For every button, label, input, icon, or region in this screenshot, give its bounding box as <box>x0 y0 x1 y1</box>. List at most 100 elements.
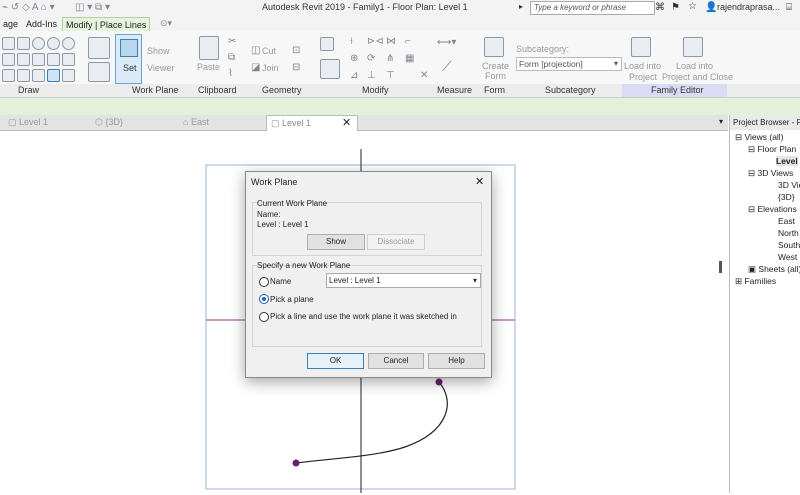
rotate-icon[interactable]: ⟳ <box>367 53 375 64</box>
load-into-project-label-1[interactable]: Load into <box>624 61 661 71</box>
spline-tool-icon[interactable] <box>2 53 15 66</box>
copy-icon[interactable]: ⧉ <box>228 52 235 63</box>
subscription-icon[interactable]: ⚑ <box>671 2 680 13</box>
pick-lines-icon[interactable] <box>32 69 45 82</box>
scrollbar-thumb[interactable] <box>719 261 722 273</box>
view-tab-3d[interactable]: ⬡ {3D} <box>95 115 123 130</box>
cut-geometry-icon[interactable]: ◫ <box>251 45 260 56</box>
match-properties-icon[interactable]: ⌇ <box>228 68 233 79</box>
tree-elevations[interactable]: ⊟ Elevations <box>748 204 797 215</box>
mirror-draw-icon[interactable]: ⋈ <box>386 36 396 47</box>
arc-tool-icon[interactable] <box>62 37 75 50</box>
ribbon-options-icon[interactable]: ⊙▾ <box>160 18 172 29</box>
cart-icon[interactable]: ⌸ <box>786 2 792 13</box>
unjoin-icon[interactable]: ⊡ <box>292 45 300 56</box>
dimension-icon[interactable]: ⟋ <box>442 58 452 75</box>
tab-modify-place-lines[interactable]: Modify | Place Lines <box>62 17 151 32</box>
paste-button[interactable]: Paste <box>197 62 220 72</box>
user-name[interactable]: rajendraprasa... <box>717 2 780 12</box>
ok-button[interactable]: OK <box>307 353 364 369</box>
move-icon[interactable] <box>320 59 340 79</box>
show-workplane-button[interactable]: Show <box>147 46 170 56</box>
polygon-tool-icon[interactable] <box>32 37 45 50</box>
show-button[interactable]: Show <box>307 234 365 250</box>
tree-3d-view[interactable]: 3D Vie <box>778 180 800 190</box>
panel-draw[interactable]: Draw <box>18 85 39 95</box>
search-expand-icon[interactable]: ▸ <box>519 2 523 11</box>
load-and-close-label-2[interactable]: Project and Close <box>662 72 733 82</box>
tree-level[interactable]: Level <box>776 156 798 166</box>
tree-3d-views[interactable]: ⊟ 3D Views <box>748 168 793 179</box>
point-element-icon[interactable] <box>62 69 75 82</box>
viewer-button[interactable]: Viewer <box>147 63 174 73</box>
unpin-icon[interactable]: ⊤ <box>386 70 395 81</box>
tree-south[interactable]: South <box>778 240 800 250</box>
favorites-icon[interactable]: ☆ <box>688 1 697 12</box>
load-into-project-label-2[interactable]: Project <box>629 72 657 82</box>
ellipse-arc-icon[interactable] <box>2 69 15 82</box>
paste-icon[interactable] <box>199 36 219 60</box>
load-and-close-label-1[interactable]: Load into <box>676 61 713 71</box>
split-face-icon[interactable]: ⊟ <box>292 62 300 73</box>
tree-north[interactable]: North <box>778 228 799 238</box>
panel-measure[interactable]: Measure <box>437 85 472 95</box>
mirror-axis-icon[interactable]: ⊳⊲ <box>367 36 384 47</box>
name-select[interactable]: Level : Level 1 ▾ <box>326 273 481 288</box>
reference-line-icon[interactable] <box>88 37 110 59</box>
tree-east[interactable]: East <box>778 216 795 226</box>
circle-tool-icon[interactable] <box>47 37 60 50</box>
ellipse-tool-icon[interactable] <box>17 53 30 66</box>
set-work-plane-button[interactable]: Set <box>115 34 142 84</box>
offset-icon[interactable]: ⟊ <box>350 36 353 47</box>
tree-views-all[interactable]: ⊟ Views (all) <box>735 132 784 143</box>
cancel-button[interactable]: Cancel <box>368 353 424 369</box>
tree-floor-plans[interactable]: ⊟ Floor Plan <box>748 144 796 155</box>
join-button[interactable]: Join <box>262 63 279 73</box>
pin-icon[interactable]: ⊥ <box>367 70 376 81</box>
user-icon[interactable]: 👤 <box>705 2 717 13</box>
reference-plane-icon[interactable] <box>88 62 110 82</box>
start-end-arc-icon[interactable] <box>32 53 45 66</box>
curve-endpoint-top[interactable] <box>435 378 443 386</box>
tree-3d-default[interactable]: {3D} <box>778 192 795 202</box>
pick-faces-icon[interactable] <box>47 69 60 82</box>
quick-access-icons[interactable]: ⌁ ↺ ◇ A ⌂ ▾ <box>2 2 55 13</box>
quick-access-more-icon[interactable]: ◫ ▾ ⧉ ▾ <box>75 2 110 13</box>
split-element-icon[interactable]: ⋔ <box>386 53 394 64</box>
fillet-arc-icon[interactable] <box>62 53 75 66</box>
tree-west[interactable]: West <box>778 252 797 262</box>
radio-name-label[interactable]: Name <box>270 277 291 286</box>
scale-icon[interactable]: ⊿ <box>350 70 358 81</box>
sketch-curve[interactable] <box>295 381 448 464</box>
join-icon[interactable]: ◪ <box>251 62 260 73</box>
binoculars-icon[interactable]: ⌘ <box>655 2 665 13</box>
partial-ellipse-icon[interactable] <box>17 69 30 82</box>
subcategory-select[interactable]: Form [projection] ▾ <box>516 57 622 71</box>
radio-pick-line[interactable] <box>259 312 269 322</box>
radio-pick-plane-label[interactable]: Pick a plane <box>270 295 314 304</box>
radio-pick-line-label[interactable]: Pick a line and use the work plane it wa… <box>270 312 457 321</box>
copy-modify-icon[interactable]: ⊕ <box>350 53 358 64</box>
tree-sheets[interactable]: ▣ Sheets (all) <box>748 264 800 275</box>
create-form-label-1[interactable]: Create <box>482 61 509 71</box>
radio-pick-plane[interactable] <box>259 294 269 304</box>
panel-clipboard[interactable]: Clipboard <box>198 85 237 95</box>
align-icon[interactable] <box>320 37 334 51</box>
cut-geometry-button[interactable]: Cut <box>262 46 276 56</box>
panel-work-plane[interactable]: Work Plane <box>132 85 178 95</box>
panel-form[interactable]: Form <box>484 85 505 95</box>
line-tool-icon[interactable] <box>2 37 15 50</box>
help-button[interactable]: Help <box>428 353 485 369</box>
cut-icon[interactable]: ✂ <box>228 36 236 47</box>
delete-icon[interactable]: ✕ <box>420 70 428 81</box>
tabs-menu-icon[interactable]: ▾ <box>719 117 723 126</box>
close-tab-icon[interactable]: ✕ <box>342 116 351 129</box>
panel-subcategory[interactable]: Subcategory <box>545 85 596 95</box>
radio-name[interactable] <box>259 277 269 287</box>
view-tab-east[interactable]: ⌂ East <box>183 115 209 130</box>
trim-icon[interactable]: ⌐ <box>405 36 411 47</box>
measure-icon[interactable]: ⟷▾ <box>437 37 456 48</box>
search-input[interactable]: Type a keyword or phrase <box>530 1 655 15</box>
dialog-close-icon[interactable]: ✕ <box>475 175 484 188</box>
create-form-icon[interactable] <box>484 37 504 57</box>
